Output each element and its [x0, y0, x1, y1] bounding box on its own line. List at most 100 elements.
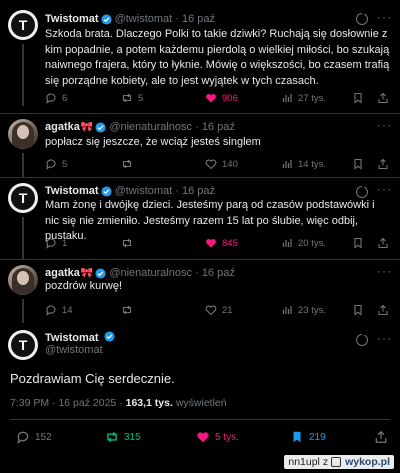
grok-icon[interactable] [356, 186, 368, 198]
like-button[interactable]: 21 [205, 303, 233, 317]
author-name[interactable]: agatka [45, 267, 80, 279]
bookmark-button[interactable]: 219 [290, 430, 326, 444]
views-button[interactable]: 20 tys. [281, 236, 326, 250]
repost-button[interactable]: 315 [105, 430, 141, 444]
main-author-row: Twistomat [45, 331, 118, 344]
reply-button[interactable]: 152 [16, 430, 52, 444]
reply-count: 5 [62, 158, 68, 170]
more-icon[interactable]: ··· [377, 331, 392, 345]
share-button[interactable] [377, 91, 394, 105]
repost-button[interactable] [121, 157, 138, 171]
tweet-date[interactable]: 16 paź [182, 185, 215, 197]
tweet-full-date[interactable]: 16 paź 2025 [58, 397, 116, 409]
more-icon[interactable]: ··· [377, 264, 392, 278]
tweet[interactable]: T Twistomat @twistomat · 16 paź ··· Mam … [0, 178, 400, 259]
grok-icon[interactable] [356, 334, 368, 346]
bookmark-button[interactable] [352, 303, 369, 317]
reply-button[interactable]: 6 [45, 91, 67, 105]
views-icon [282, 306, 292, 314]
like-count: 5 tys. [215, 431, 239, 443]
reply-button[interactable]: 14 [45, 303, 73, 317]
repost-count: 5 [138, 92, 144, 104]
reply-count: 152 [35, 431, 52, 443]
heart-icon [205, 305, 217, 316]
views-total: 163,1 tys. [125, 397, 173, 409]
reply-button[interactable]: 1 [45, 236, 67, 250]
bookmark-icon [354, 92, 362, 104]
reply-count: 6 [62, 92, 68, 104]
tweet-actions: 14 21 23 tys. [45, 303, 390, 317]
author-handle[interactable]: @twistomat [115, 185, 173, 197]
heart-filled-icon [197, 432, 209, 443]
more-icon[interactable]: ··· [377, 182, 392, 196]
heart-filled-icon [206, 239, 216, 248]
bookmark-button[interactable] [352, 157, 369, 171]
views-icon [282, 239, 292, 247]
repost-button[interactable] [121, 236, 138, 250]
avatar[interactable] [8, 119, 38, 149]
repost-icon [122, 159, 132, 169]
bookmark-button[interactable] [352, 236, 369, 250]
divider [10, 419, 390, 420]
avatar[interactable]: T [8, 10, 38, 40]
meta-separator: · [119, 397, 123, 409]
author-name[interactable]: Twistomat [45, 332, 99, 344]
avatar[interactable]: T [8, 183, 38, 213]
avatar[interactable] [8, 265, 38, 295]
tweet-actions: 1 845 20 tys. [45, 236, 390, 250]
bow-emoji: 🎀 [80, 121, 94, 133]
repost-button[interactable]: 5 [121, 91, 143, 105]
views-count: 23 tys. [298, 304, 326, 316]
reply-icon [17, 431, 29, 444]
tweet[interactable]: agatka 🎀 @nienaturalnosc · 16 paź ··· po… [0, 114, 400, 177]
views-button[interactable]: 27 tys. [281, 91, 326, 105]
tweet-text: pozdrów kurwę! [45, 280, 123, 292]
like-count: 140 [222, 158, 238, 170]
author-handle[interactable]: @nienaturalnosc [109, 121, 192, 133]
views-button[interactable]: 14 tys. [281, 157, 326, 171]
share-button[interactable] [374, 430, 393, 444]
author-name[interactable]: Twistomat [45, 185, 99, 197]
verified-icon [95, 121, 106, 133]
author-handle[interactable]: @twistomat [45, 344, 103, 356]
repost-count: 315 [124, 431, 141, 443]
share-button[interactable] [377, 236, 394, 250]
share-icon [378, 237, 388, 249]
avatar[interactable]: T [8, 330, 38, 360]
reply-icon [46, 305, 56, 316]
tweet-header: Twistomat @twistomat · 16 paź [45, 185, 216, 197]
author-handle[interactable]: @twistomat [115, 13, 173, 25]
bookmark-icon [354, 304, 362, 316]
bookmark-button[interactable] [352, 91, 369, 105]
thread-line [22, 44, 24, 106]
repost-button[interactable] [121, 303, 138, 317]
views-button[interactable]: 23 tys. [281, 303, 326, 317]
repost-icon [122, 93, 132, 103]
more-icon[interactable]: ··· [377, 10, 392, 24]
views-label: wyświetleń [175, 397, 227, 409]
tweet-time[interactable]: 7:39 PM [10, 397, 49, 409]
tweet-date[interactable]: 16 paź [202, 267, 235, 279]
reply-button[interactable]: 5 [45, 157, 67, 171]
like-button[interactable]: 5 tys. [196, 430, 239, 444]
grok-icon[interactable] [356, 13, 368, 25]
watermark-sep: z [322, 456, 329, 468]
author-handle[interactable]: @nienaturalnosc [109, 267, 192, 279]
like-button[interactable]: 140 [205, 157, 238, 171]
tweet[interactable]: T Twistomat @twistomat · 16 paź ··· Szko… [0, 6, 400, 106]
tweet[interactable]: agatka 🎀 @nienaturalnosc · 16 paź ··· po… [0, 260, 400, 323]
author-name[interactable]: Twistomat [45, 13, 99, 25]
share-button[interactable] [377, 157, 394, 171]
like-button[interactable]: 906 [205, 91, 238, 105]
reply-count: 1 [62, 237, 68, 249]
author-name[interactable]: agatka [45, 121, 80, 133]
tweet-header: Twistomat @twistomat · 16 paź [45, 13, 216, 25]
tweet-date[interactable]: 16 paź [202, 121, 235, 133]
views-count: 14 tys. [298, 158, 326, 170]
like-button[interactable]: 845 [205, 236, 238, 250]
verified-icon [95, 267, 106, 279]
more-icon[interactable]: ··· [377, 118, 392, 132]
share-button[interactable] [377, 303, 394, 317]
tweet-date[interactable]: 16 paź [182, 13, 215, 25]
thread-line [22, 217, 24, 259]
